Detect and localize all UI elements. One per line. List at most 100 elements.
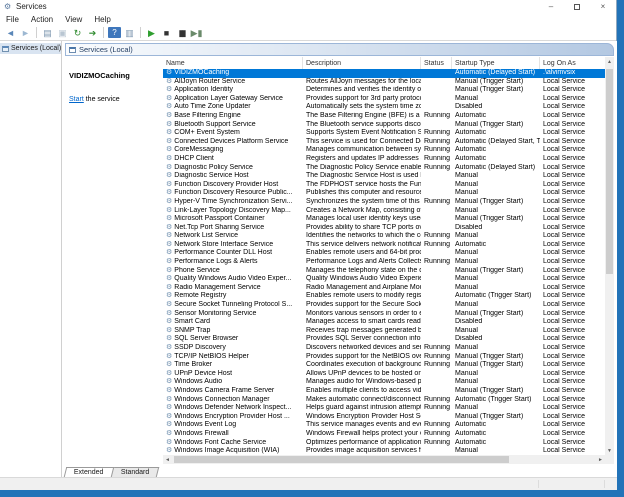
service-row[interactable]: ⚙Application Layer Gateway ServiceProvid… <box>163 95 605 104</box>
service-row[interactable]: ⚙Radio Management ServiceRadio Managemen… <box>163 284 605 293</box>
service-row[interactable]: ⚙Bluetooth Support ServiceThe Bluetooth … <box>163 121 605 130</box>
service-row[interactable]: ⚙Net.Tcp Port Sharing ServiceProvides ab… <box>163 224 605 233</box>
service-row[interactable]: ⚙Smart CardManages access to smart cards… <box>163 318 605 327</box>
service-row[interactable]: ⚙Sensor Monitoring ServiceMonitors vario… <box>163 310 605 319</box>
minimize-button[interactable]: – <box>538 0 564 13</box>
service-row[interactable]: ⚙Windows Defender Network Inspect...Help… <box>163 404 605 413</box>
column-header-name[interactable]: Name <box>163 57 303 69</box>
service-gear-icon: ⚙ <box>166 224 172 233</box>
properties-icon[interactable]: ▣ <box>56 27 69 39</box>
service-gear-icon: ⚙ <box>166 404 172 413</box>
service-row[interactable]: ⚙COM+ Event SystemSupports System Event … <box>163 129 605 138</box>
title-bar[interactable]: ⚙ Services – × <box>0 0 616 13</box>
maximize-button[interactable] <box>564 0 590 13</box>
service-row[interactable]: ⚙Application IdentityDetermines and veri… <box>163 86 605 95</box>
service-gear-icon: ⚙ <box>166 387 172 396</box>
service-row[interactable]: ⚙Quality Windows Audio Video Exper...Qua… <box>163 275 605 284</box>
service-row[interactable]: ⚙Windows FirewallWindows Firewall helps … <box>163 430 605 439</box>
action-pane-icon[interactable]: ▥ <box>123 27 136 39</box>
cell-startup-type: Automatic <box>452 430 540 439</box>
service-row[interactable]: ⚙VIDIZMOCachingAutomatic (Delayed Start)… <box>163 69 605 78</box>
service-row[interactable]: ⚙Function Discovery Resource Public...Pu… <box>163 189 605 198</box>
pane-header-label: Services (Local) <box>79 45 133 54</box>
service-row[interactable]: ⚙Base Filtering EngineThe Base Filtering… <box>163 112 605 121</box>
service-row[interactable]: ⚙Windows Connection ManagerMakes automat… <box>163 396 605 405</box>
service-row[interactable]: ⚙Time BrokerCoordinates execution of bac… <box>163 361 605 370</box>
pane-header: Services (Local) <box>65 43 614 56</box>
service-row[interactable]: ⚙Hyper-V Time Synchronization Servi...Sy… <box>163 198 605 207</box>
cell-log-on-as: Local Service <box>540 361 605 370</box>
cell-status <box>421 86 452 95</box>
pause-service-icon[interactable]: ▮▮ <box>175 27 188 39</box>
service-row[interactable]: ⚙Windows AudioManages audio for Windows-… <box>163 378 605 387</box>
service-row[interactable]: ⚙Windows Image Acquisition (WIA)Provides… <box>163 447 605 455</box>
cell-log-on-as: Local Service <box>540 103 605 112</box>
scroll-down-icon[interactable]: ▼ <box>605 446 614 455</box>
cell-log-on-as: Local Service <box>540 404 605 413</box>
tree-item-services-local[interactable]: Services (Local) <box>0 43 61 54</box>
service-row[interactable]: ⚙UPnP Device HostAllows UPnP devices to … <box>163 370 605 379</box>
vertical-scrollbar-thumb[interactable] <box>606 69 613 274</box>
tab-extended[interactable]: Extended <box>64 467 114 477</box>
service-row[interactable]: ⚙Microsoft Passport ContainerManages loc… <box>163 215 605 224</box>
back-icon[interactable]: ◄ <box>4 27 17 39</box>
show-console-tree-icon[interactable]: ▤ <box>41 27 54 39</box>
restart-service-icon[interactable]: ▶▮ <box>190 27 203 39</box>
service-gear-icon: ⚙ <box>166 310 172 319</box>
menu-view[interactable]: View <box>59 15 88 24</box>
service-row[interactable]: ⚙Diagnostic Service HostThe Diagnostic S… <box>163 172 605 181</box>
menu-action[interactable]: Action <box>25 15 59 24</box>
service-row[interactable]: ⚙DHCP ClientRegisters and updates IP add… <box>163 155 605 164</box>
service-row[interactable]: ⚙Windows Event LogThis service manages e… <box>163 421 605 430</box>
column-header-status[interactable]: Status <box>421 57 452 69</box>
forward-icon[interactable]: ► <box>19 27 32 39</box>
close-button[interactable]: × <box>590 0 616 13</box>
cell-startup-type: Manual (Trigger Start) <box>452 86 540 95</box>
service-row[interactable]: ⚙AllJoyn Router ServiceRoutes AllJoyn me… <box>163 78 605 87</box>
service-row[interactable]: ⚙SNMP TrapReceives trap messages generat… <box>163 327 605 336</box>
scroll-left-icon[interactable]: ◄ <box>163 455 172 464</box>
service-row[interactable]: ⚙Secure Socket Tunneling Protocol S...Pr… <box>163 301 605 310</box>
scroll-right-icon[interactable]: ► <box>596 455 605 464</box>
service-row[interactable]: ⚙Phone ServiceManages the telephony stat… <box>163 267 605 276</box>
service-row[interactable]: ⚙Network Store Interface ServiceThis ser… <box>163 241 605 250</box>
service-row[interactable]: ⚙CoreMessagingManages communication betw… <box>163 146 605 155</box>
service-row[interactable]: ⚙Performance Counter DLL HostEnables rem… <box>163 249 605 258</box>
service-row[interactable]: ⚙SSDP DiscoveryDiscovers networked devic… <box>163 344 605 353</box>
stop-service-icon[interactable]: ■ <box>160 27 173 39</box>
column-header-startup-type[interactable]: Startup Type <box>452 57 540 69</box>
service-row[interactable]: ⚙Auto Time Zone UpdaterAutomatically set… <box>163 103 605 112</box>
service-row[interactable]: ⚙Remote RegistryEnables remote users to … <box>163 292 605 301</box>
service-row[interactable]: ⚙Connected Devices Platform ServiceThis … <box>163 138 605 147</box>
cell-description: Provides support for the NetBIOS over TC… <box>303 353 421 362</box>
column-header-description[interactable]: Description <box>303 57 421 69</box>
column-header-log-on-as[interactable]: Log On As <box>540 57 610 69</box>
service-row[interactable]: ⚙Performance Logs & AlertsPerformance Lo… <box>163 258 605 267</box>
service-row[interactable]: ⚙Link-Layer Topology Discovery Map...Cre… <box>163 207 605 216</box>
service-row[interactable]: ⚙Windows Font Cache ServiceOptimizes per… <box>163 439 605 448</box>
service-row[interactable]: ⚙Windows Encryption Provider Host ...Win… <box>163 413 605 422</box>
help-icon[interactable]: ? <box>108 27 121 38</box>
service-row[interactable]: ⚙TCP/IP NetBIOS HelperProvides support f… <box>163 353 605 362</box>
scroll-up-icon[interactable]: ▲ <box>605 57 614 66</box>
cell-startup-type: Manual (Trigger Start) <box>452 310 540 319</box>
refresh-icon[interactable]: ↻ <box>71 27 84 39</box>
export-list-icon[interactable]: ➔ <box>86 27 99 39</box>
cell-name: ⚙Quality Windows Audio Video Exper... <box>163 275 303 284</box>
service-row[interactable]: ⚙Diagnostic Policy ServiceThe Diagnostic… <box>163 164 605 173</box>
service-row[interactable]: ⚙Function Discovery Provider HostThe FDP… <box>163 181 605 190</box>
service-row[interactable]: ⚙Windows Camera Frame ServerEnables mult… <box>163 387 605 396</box>
vertical-scrollbar[interactable]: ▲ ▼ <box>605 57 614 455</box>
start-service-link[interactable]: Start <box>69 96 84 103</box>
cell-name: ⚙Performance Logs & Alerts <box>163 258 303 267</box>
tab-standard[interactable]: Standard <box>110 467 159 477</box>
menu-help[interactable]: Help <box>88 15 116 24</box>
service-row[interactable]: ⚙SQL Server BrowserProvides SQL Server c… <box>163 335 605 344</box>
horizontal-scrollbar[interactable]: ◄ ► <box>163 455 605 464</box>
cell-log-on-as: Local Service <box>540 181 605 190</box>
horizontal-scrollbar-thumb[interactable] <box>174 456 509 463</box>
cell-status: Running <box>421 421 452 430</box>
service-row[interactable]: ⚙Network List ServiceIdentifies the netw… <box>163 232 605 241</box>
start-service-icon[interactable]: ▶ <box>145 27 158 39</box>
menu-file[interactable]: File <box>0 15 25 24</box>
